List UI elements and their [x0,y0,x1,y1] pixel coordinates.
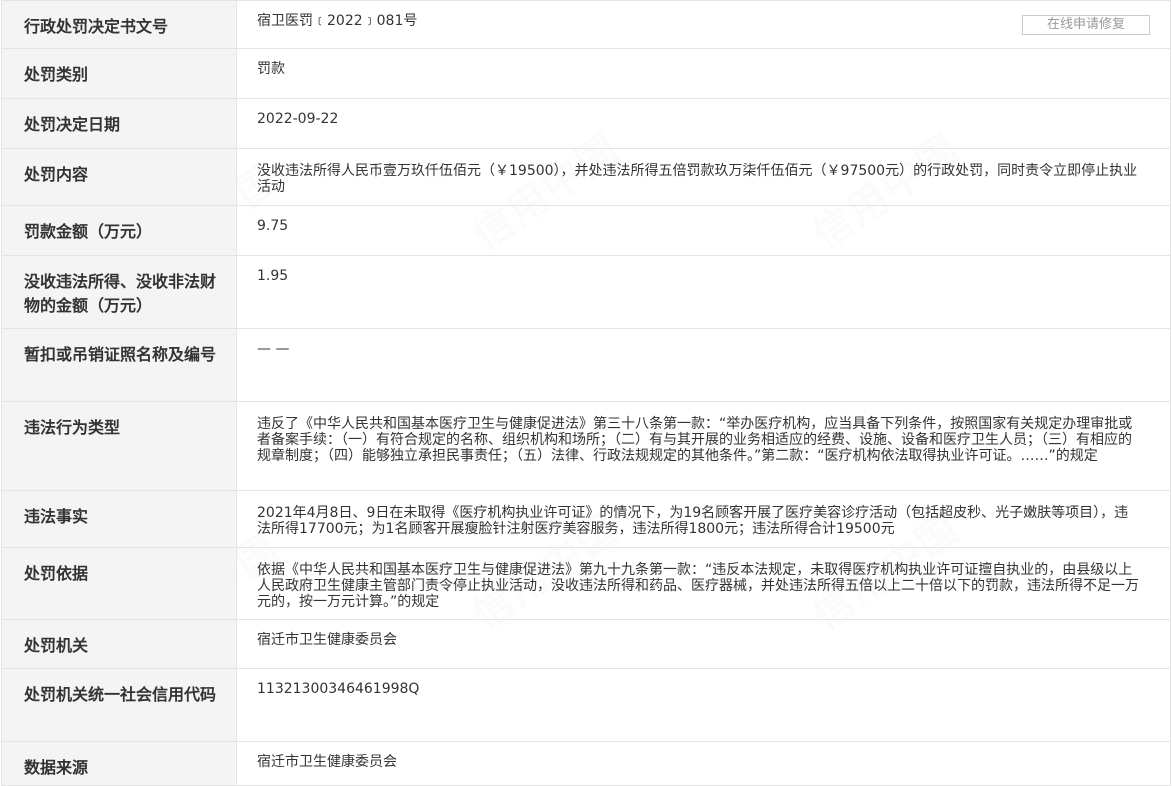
table-row: 暂扣或吊销证照名称及编号 — — [1,328,1171,402]
field-value-text: 宿卫医罚﹝2022﹞081号 [257,13,418,29]
table-row: 处罚内容 没收违法所得人民币壹万玖仟伍佰元（￥19500），并处违法所得五倍罚款… [1,148,1171,206]
field-label: 处罚机关统一社会信用代码 [1,668,237,742]
field-label: 处罚机关 [1,619,237,669]
field-value: 罚款 [236,48,1171,99]
field-label: 没收违法所得、没收非法财物的金额（万元） [1,255,237,329]
table-row: 行政处罚决定书文号 宿卫医罚﹝2022﹞081号 在线申请修复 [1,0,1171,49]
table-row: 没收违法所得、没收非法财物的金额（万元） 1.95 [1,255,1171,329]
table-row: 数据来源 宿迁市卫生健康委员会 [1,741,1171,786]
field-value: 依据《中华人民共和国基本医疗卫生与健康促进法》第九十九条第一款：“违反本法规定，… [236,547,1171,620]
table-row: 违法行为类型 违反了《中华人民共和国基本医疗卫生与健康促进法》第三十八条第一款：… [1,401,1171,491]
table-row: 违法事实 2021年4月8日、9日在未取得《医疗机构执业许可证》的情况下，为19… [1,490,1171,548]
penalty-info-table: 行政处罚决定书文号 宿卫医罚﹝2022﹞081号 在线申请修复 处罚类别 罚款 … [1,0,1171,786]
field-value: 1.95 [236,255,1171,329]
field-label: 罚款金额（万元） [1,205,237,256]
table-row: 处罚依据 依据《中华人民共和国基本医疗卫生与健康促进法》第九十九条第一款：“违反… [1,547,1171,620]
table-row: 处罚机关统一社会信用代码 11321300346461998Q [1,668,1171,742]
field-value-document-number: 宿卫医罚﹝2022﹞081号 在线申请修复 [236,0,1171,49]
field-label: 违法事实 [1,490,237,548]
field-label: 处罚内容 [1,148,237,206]
table-row: 处罚类别 罚款 [1,48,1171,99]
online-repair-button[interactable]: 在线申请修复 [1022,15,1150,35]
field-label: 处罚类别 [1,48,237,99]
field-value: 宿迁市卫生健康委员会 [236,619,1171,669]
field-value: 宿迁市卫生健康委员会 [236,741,1171,786]
field-label: 行政处罚决定书文号 [1,0,237,49]
table-row: 罚款金额（万元） 9.75 [1,205,1171,256]
field-label: 数据来源 [1,741,237,786]
field-value: 9.75 [236,205,1171,256]
field-value: 11321300346461998Q [236,668,1171,742]
field-label: 处罚依据 [1,547,237,620]
field-value: 没收违法所得人民币壹万玖仟伍佰元（￥19500），并处违法所得五倍罚款玖万柒仟伍… [236,148,1171,206]
table-row: 处罚机关 宿迁市卫生健康委员会 [1,619,1171,669]
field-value: 2021年4月8日、9日在未取得《医疗机构执业许可证》的情况下，为19名顾客开展… [236,490,1171,548]
field-label: 处罚决定日期 [1,98,237,149]
field-label: 违法行为类型 [1,401,237,491]
field-value: 2022-09-22 [236,98,1171,149]
field-value: 违反了《中华人民共和国基本医疗卫生与健康促进法》第三十八条第一款：“举办医疗机构… [236,401,1171,491]
field-value: — — [236,328,1171,402]
table-row: 处罚决定日期 2022-09-22 [1,98,1171,149]
field-label: 暂扣或吊销证照名称及编号 [1,328,237,402]
